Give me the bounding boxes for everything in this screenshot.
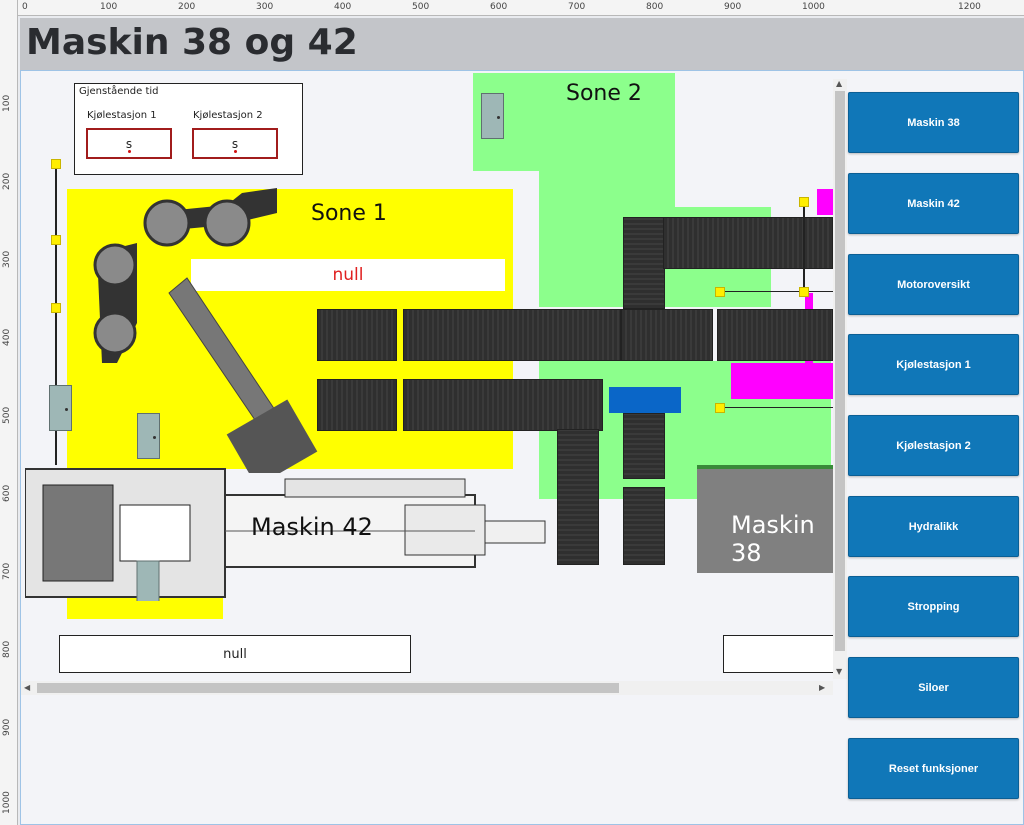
station-2-label: Kjølestasjon 2: [193, 110, 263, 121]
robot-cell: [93, 188, 318, 473]
ruler-top-label: 100: [100, 2, 118, 12]
conveyor: [623, 217, 665, 309]
door-icon: [481, 93, 504, 139]
station-2-timer-value: s: [231, 137, 239, 151]
guide-line: [721, 407, 833, 408]
siloer-button[interactable]: Siloer: [848, 657, 1019, 718]
conveyor: [317, 379, 397, 431]
marker: [51, 303, 61, 313]
ruler-top-label: 800: [646, 2, 664, 12]
ruler-top-label: 900: [724, 2, 742, 12]
plant-canvas: Sone 2 Sone 1 null Maskin 42 Maskin 38 G…: [20, 70, 1024, 825]
ruler-top: 0 100 200 300 400 500 600 700 800 900 10…: [0, 0, 1024, 16]
transfer-block: [609, 387, 681, 413]
page-title: Maskin 38 og 42: [26, 22, 358, 63]
vertical-scrollbar[interactable]: ▲ ▼: [833, 79, 847, 679]
marker: [799, 287, 809, 297]
conveyor: [403, 309, 621, 361]
scroll-left-icon[interactable]: ◀: [24, 683, 30, 692]
zone-2-label: Sone 2: [566, 81, 642, 106]
conveyor: [717, 309, 833, 361]
vertical-scroll-thumb[interactable]: [835, 91, 845, 651]
marker: [715, 287, 725, 297]
ruler-left: 100 200 300 400 500 600 700 800 900 1000: [0, 0, 18, 825]
horizontal-scroll-thumb[interactable]: [37, 683, 619, 693]
conveyor: [623, 413, 665, 479]
guide-line: [721, 291, 833, 292]
ruler-left-label: 100: [2, 94, 12, 112]
horizontal-scrollbar[interactable]: ◀ ▶: [21, 681, 833, 695]
conveyor: [621, 309, 713, 361]
ruler-left-label: 700: [2, 562, 12, 580]
marker: [51, 159, 61, 169]
reset-funksjoner-button[interactable]: Reset funksjoner: [848, 738, 1019, 799]
motoroversikt-button[interactable]: Motoroversikt: [848, 254, 1019, 315]
ruler-left-label: 500: [2, 406, 12, 424]
ruler-left-label: 1000: [2, 791, 12, 814]
hydralikk-button[interactable]: Hydralikk: [848, 496, 1019, 557]
ruler-top-label: 500: [412, 2, 430, 12]
ruler-top-label: 400: [334, 2, 352, 12]
door-icon: [49, 385, 72, 431]
marker: [799, 197, 809, 207]
title-bar: Maskin 38 og 42: [20, 18, 1024, 70]
conveyor: [663, 217, 833, 269]
conveyor: [623, 487, 665, 565]
magenta-zone-bottom: [731, 363, 833, 399]
plant-viewport[interactable]: Sone 2 Sone 1 null Maskin 42 Maskin 38 G…: [21, 71, 833, 676]
ruler-top-label: 0: [22, 2, 28, 12]
remaining-time-panel: Gjenstående tid Kjølestasjon 1 Kjølestas…: [74, 83, 303, 175]
ruler-top-label: 200: [178, 2, 196, 12]
marker: [51, 235, 61, 245]
ruler-left-label: 300: [2, 250, 12, 268]
station-1-timer: s: [86, 128, 172, 159]
scroll-up-icon[interactable]: ▲: [836, 79, 842, 88]
ruler-top-label: 1200: [958, 2, 981, 12]
bottom-status-box-right: [723, 635, 833, 673]
station-1-timer-value: s: [125, 137, 133, 151]
conveyor: [403, 379, 603, 431]
machine-38-edge: [697, 465, 833, 469]
stropping-button[interactable]: Stropping: [848, 576, 1019, 637]
magenta-zone-top: [817, 189, 833, 215]
marker: [715, 403, 725, 413]
conveyor: [557, 429, 599, 565]
ruler-left-label: 900: [2, 718, 12, 736]
machine-38-label: Maskin 38: [731, 511, 815, 567]
ruler-left-label: 800: [2, 640, 12, 658]
scroll-right-icon[interactable]: ▶: [819, 683, 825, 692]
ruler-top-label: 600: [490, 2, 508, 12]
maskin-38-button[interactable]: Maskin 38: [848, 92, 1019, 153]
ruler-top-label: 700: [568, 2, 586, 12]
kjolestasjon-1-button[interactable]: Kjølestasjon 1: [848, 334, 1019, 395]
maskin-42-button[interactable]: Maskin 42: [848, 173, 1019, 234]
machine-42-label: Maskin 42: [251, 513, 373, 541]
ruler-left-label: 400: [2, 328, 12, 346]
ruler-left-label: 200: [2, 172, 12, 190]
conveyor: [317, 309, 397, 361]
ruler-left-label: 600: [2, 484, 12, 502]
ruler-top-label: 300: [256, 2, 274, 12]
kjolestasjon-2-button[interactable]: Kjølestasjon 2: [848, 415, 1019, 476]
ruler-top-label: 1000: [802, 2, 825, 12]
station-2-timer: s: [192, 128, 278, 159]
station-1-label: Kjølestasjon 1: [87, 110, 157, 121]
app-root: 0 100 200 300 400 500 600 700 800 900 10…: [0, 0, 1024, 825]
guide-line: [803, 203, 805, 291]
scroll-down-icon[interactable]: ▼: [836, 667, 842, 676]
remaining-time-title: Gjenstående tid: [79, 86, 159, 97]
bottom-status-box: null: [59, 635, 411, 673]
